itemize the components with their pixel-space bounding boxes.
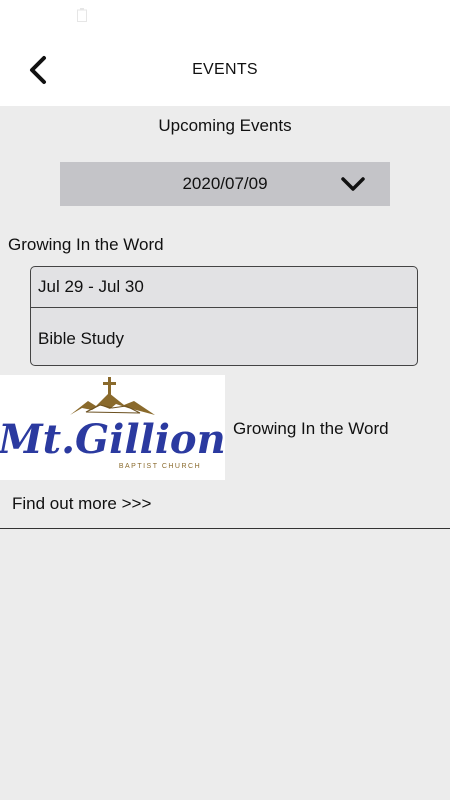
church-logo-graphic: Mt.Gillion BAPTIST CHURCH bbox=[0, 377, 226, 470]
chevron-left-icon bbox=[30, 56, 46, 84]
promo-title: Growing In the Word bbox=[233, 419, 389, 438]
app-header: EVENTS bbox=[0, 34, 450, 106]
event-dates: Jul 29 - Jul 30 bbox=[31, 267, 417, 308]
event-group-title: Growing In the Word bbox=[8, 235, 164, 254]
date-dropdown[interactable]: 2020/07/09 bbox=[60, 162, 390, 206]
logo-subtext: BAPTIST CHURCH bbox=[119, 463, 201, 470]
divider bbox=[0, 528, 450, 529]
battery-icon bbox=[77, 8, 87, 22]
status-bar bbox=[0, 0, 450, 34]
chevron-down-icon bbox=[341, 177, 365, 191]
back-button[interactable] bbox=[20, 50, 56, 90]
promo-banner: Mt.Gillion BAPTIST CHURCH Growing In the… bbox=[0, 375, 450, 480]
section-title: Upcoming Events bbox=[158, 116, 292, 135]
page-title: EVENTS bbox=[192, 61, 258, 78]
find-out-more-link[interactable]: Find out more >>> bbox=[12, 494, 151, 514]
logo-wordmark: Mt.Gillion bbox=[0, 416, 225, 463]
church-logo: Mt.Gillion BAPTIST CHURCH bbox=[0, 375, 226, 480]
event-name: Bible Study bbox=[38, 329, 124, 348]
event-card[interactable]: Jul 29 - Jul 30 Bible Study bbox=[30, 266, 418, 366]
